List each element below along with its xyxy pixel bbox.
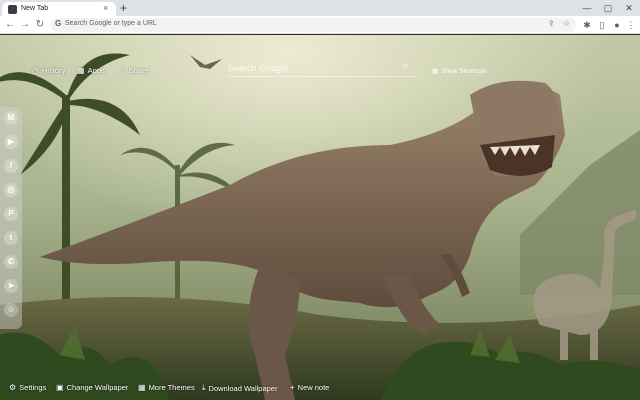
settings-label: Settings xyxy=(19,383,47,392)
forward-arrow-icon[interactable]: → xyxy=(18,18,32,32)
close-window-button[interactable]: ✕ xyxy=(619,0,639,16)
search-input[interactable] xyxy=(228,60,398,76)
minimize-button[interactable]: — xyxy=(577,0,597,16)
settings-button[interactable]: ⚙ Settings xyxy=(9,383,46,392)
tab-close-icon[interactable]: × xyxy=(103,3,108,13)
whatsapp-icon[interactable]: ✆ xyxy=(4,255,18,269)
reddit-icon[interactable]: ☺ xyxy=(4,303,18,317)
change-wallpaper-label: Change Wallpaper xyxy=(66,383,129,392)
tab-strip: New Tab × + — ▢ ✕ xyxy=(0,0,640,16)
new-tab-favicon-icon xyxy=(8,5,17,14)
themes-grid-icon: ▦ xyxy=(138,383,146,392)
share-icon: ⇧ xyxy=(119,66,126,75)
change-wallpaper-button[interactable]: ▣ Change Wallpaper xyxy=(56,383,128,392)
apps-link[interactable]: ▦ Apps xyxy=(77,66,105,75)
history-label: History xyxy=(41,66,66,75)
omnibox[interactable]: G Search Google or type a URL ⇪ ☆ xyxy=(51,18,576,32)
download-wallpaper-button[interactable]: ⤓ Download Wallpaper xyxy=(202,383,277,393)
omnibox-placeholder: Search Google or type a URL xyxy=(65,20,157,27)
share-page-icon[interactable]: ⇪ xyxy=(548,19,555,28)
gear-icon: ⚙ xyxy=(9,383,17,392)
download-wallpaper-label: Download Wallpaper xyxy=(208,383,278,393)
image-icon: ▣ xyxy=(56,383,64,392)
browser-toolbar: ← → ↻ G Search Google or type a URL ⇪ ☆ … xyxy=(0,16,640,34)
search-icon[interactable]: ⌕ xyxy=(403,60,409,71)
shortcuts-grid-icon: ▦ xyxy=(432,68,439,75)
google-search-box: ⌕ xyxy=(228,59,418,77)
download-icon: ⤓ xyxy=(202,383,206,392)
plus-icon: + xyxy=(290,383,295,392)
menu-kebab-icon[interactable]: ⋮ xyxy=(624,18,638,32)
facebook-icon[interactable]: f xyxy=(4,159,18,173)
new-note-button[interactable]: + New note xyxy=(290,383,329,392)
maximize-button[interactable]: ▢ xyxy=(598,0,618,16)
instagram-icon[interactable]: ◎ xyxy=(4,183,18,197)
side-panel-icon[interactable]: ▯ xyxy=(595,18,609,32)
new-note-label: New note xyxy=(297,383,330,392)
apps-grid-icon: ▦ xyxy=(77,66,85,75)
history-clock-icon: ◷ xyxy=(32,66,39,75)
google-g-icon: G xyxy=(55,19,62,28)
more-themes-button[interactable]: ▦ More Themes xyxy=(138,383,195,392)
show-shortcuts-label: Show Shortcuts xyxy=(441,67,487,75)
profile-icon[interactable]: ● xyxy=(610,18,624,32)
tab-title: New Tab xyxy=(21,5,49,12)
history-link[interactable]: ◷ History xyxy=(32,66,65,75)
dinosaur-wallpaper xyxy=(0,35,640,400)
show-shortcuts-button[interactable]: ▦ Show Shortcuts xyxy=(432,67,487,76)
pinterest-icon[interactable]: P xyxy=(4,207,18,221)
apps-label: Apps xyxy=(87,66,105,75)
more-themes-label: More Themes xyxy=(148,383,195,392)
youtube-icon[interactable]: ▶ xyxy=(4,135,18,149)
back-arrow-icon[interactable]: ← xyxy=(3,18,17,32)
social-sidebar: M ▶ f ◎ P t ✆ ➤ ☺ xyxy=(0,107,22,329)
tab-new-tab[interactable]: New Tab × xyxy=(2,2,116,16)
reload-icon[interactable]: ↻ xyxy=(33,18,47,32)
new-tab-button[interactable]: + xyxy=(120,0,127,16)
share-label: Share xyxy=(128,66,149,75)
gmail-icon[interactable]: M xyxy=(4,111,18,125)
telegram-icon[interactable]: ➤ xyxy=(4,279,18,293)
new-tab-page: ◷ History ▦ Apps ⇧ Share ⌕ ▦ Show Shortc… xyxy=(0,35,640,400)
twitter-icon[interactable]: t xyxy=(4,231,18,245)
extensions-puzzle-icon[interactable]: ✱ xyxy=(580,18,594,32)
bookmark-star-icon[interactable]: ☆ xyxy=(563,19,570,28)
share-link[interactable]: ⇧ Share xyxy=(119,66,149,75)
